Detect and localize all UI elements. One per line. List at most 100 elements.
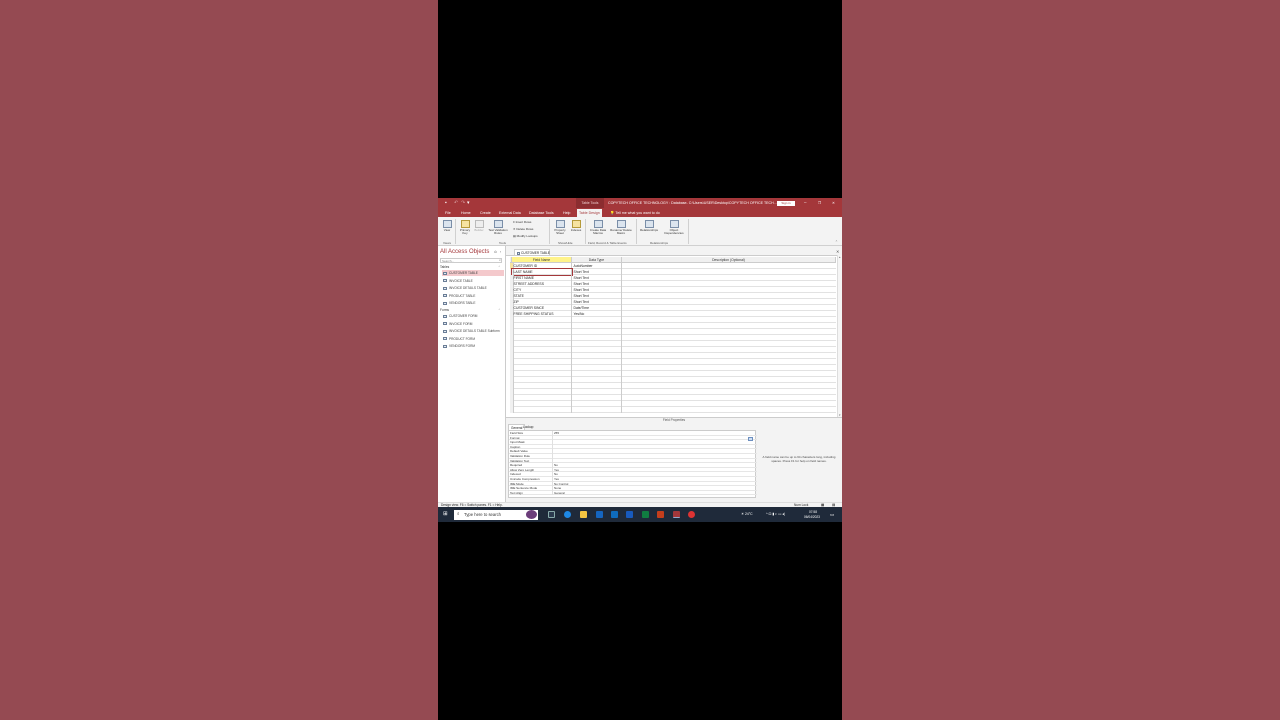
table-row[interactable] [510, 407, 836, 413]
builder-icon [474, 220, 484, 228]
nav-menu-chevron-icon[interactable]: ⊙ [494, 250, 497, 254]
nav-item-label: INVOICE FORM [449, 321, 473, 326]
nav-item-product-table[interactable]: PRODUCT TABLE [442, 293, 504, 299]
tab-file[interactable]: File [445, 211, 451, 215]
nav-item-invoice-form[interactable]: INVOICE FORM [442, 321, 504, 327]
insert-rows-button[interactable]: ≡ Insert Rows [513, 220, 531, 224]
tab-external-data[interactable]: External Data [499, 211, 521, 215]
task-view-icon[interactable] [548, 511, 555, 518]
file-explorer-icon[interactable] [580, 511, 587, 518]
property-value[interactable]: General [552, 490, 565, 496]
mail-icon[interactable] [611, 511, 618, 518]
nav-search-input[interactable]: Search... [440, 258, 502, 263]
clock-date[interactable]: 06/04/2023 [804, 515, 820, 519]
nav-section-forms[interactable]: Forms [440, 308, 449, 312]
property-sheet-button[interactable]: Property Sheet [552, 220, 568, 236]
tray-icons[interactable]: ^ ⊡ ▮ ◐ ▭ ◂) [766, 512, 785, 516]
group-label-relationships: Relationships [650, 241, 669, 245]
undo-icon[interactable]: ↶ [454, 200, 458, 206]
scroll-up-icon[interactable]: ▴ [839, 255, 841, 259]
validation-icon [493, 220, 503, 228]
search-icon[interactable]: ⌕ [499, 258, 501, 262]
data-type-cell[interactable] [572, 407, 622, 413]
shutter-bar-icon[interactable]: ‹ [500, 250, 501, 254]
group-separator [549, 219, 550, 244]
nav-item-invoice-details-subform[interactable]: INVOICE DETAILS TABLE Subform [442, 328, 504, 334]
property-row[interactable]: Text Align General [509, 490, 757, 496]
tab-create[interactable]: Create [480, 211, 491, 215]
grid-vertical-scrollbar[interactable]: ▴ ▾ [837, 255, 842, 417]
tab-home[interactable]: Home [461, 211, 471, 215]
create-data-macros-button[interactable]: Create Data Macros [588, 220, 608, 236]
primary-key-button[interactable]: Primary Key [458, 220, 472, 236]
nav-item-label: CUSTOMER TABLE [449, 271, 478, 275]
notification-icon[interactable]: ▭ [830, 512, 834, 518]
clock-time[interactable]: 07:58 [809, 510, 817, 514]
powerpoint-icon[interactable] [657, 511, 664, 518]
collapse-forms-icon[interactable]: ⌃ [498, 308, 501, 312]
table-icon [443, 294, 447, 297]
collapse-tables-icon[interactable]: ⌃ [498, 265, 501, 269]
nav-item-invoice-table[interactable]: INVOICE TABLE [442, 278, 504, 284]
tab-database-tools[interactable]: Database Tools [529, 211, 554, 215]
windows-start-icon[interactable]: ⊞ [443, 511, 448, 517]
group-separator [636, 219, 637, 244]
nav-item-customer-table[interactable]: CUSTOMER TABLE [442, 270, 504, 276]
redo-icon[interactable]: ↷ [461, 200, 465, 206]
indexes-button[interactable]: Indexes [569, 220, 583, 232]
table-design-grid: Field Name Data Type Description (Option… [506, 255, 842, 417]
format-builder-button[interactable] [748, 437, 753, 441]
view-button[interactable]: View [442, 220, 452, 232]
nav-item-invoice-details-table[interactable]: INVOICE DETAILS TABLE [442, 285, 504, 291]
restore-button[interactable]: ❐ [818, 201, 821, 205]
nav-section-tables[interactable]: Tables [440, 265, 449, 269]
rename-delete-macro-button[interactable]: Rename/ Delete Macro [609, 220, 633, 236]
close-button[interactable]: ✕ [832, 201, 835, 205]
group-label-show-hide: Show/Hide [558, 241, 573, 245]
tell-me-search[interactable]: 💡 Tell me what you want to do [610, 211, 660, 215]
object-dependencies-label: Object Dependencies [664, 228, 684, 236]
key-icon [460, 220, 470, 228]
nav-item-label: INVOICE DETAILS TABLE Subform [449, 329, 500, 333]
table-icon [443, 271, 447, 275]
description-cell[interactable] [622, 407, 836, 413]
object-dependencies-icon [669, 220, 679, 228]
form-icon [443, 314, 447, 318]
field-name-cell[interactable] [512, 407, 572, 413]
test-validation-rules-button[interactable]: Test Validation Rules [486, 220, 510, 236]
relationships-button[interactable]: Relationships [638, 220, 660, 232]
nav-item-product-form[interactable]: PRODUCT FORM [442, 336, 504, 342]
sign-in-button[interactable]: Sign in [777, 200, 795, 206]
collapse-ribbon-icon[interactable]: ⌃ [835, 240, 838, 244]
customize-toolbar-icon[interactable]: ▾ [467, 200, 470, 206]
builder-button[interactable]: Builder [473, 220, 485, 232]
property-help-text: A field name can be up to 64 characters … [762, 455, 836, 463]
nav-item-label: INVOICE DETAILS TABLE [449, 286, 487, 290]
word-icon[interactable] [626, 511, 633, 518]
object-dependencies-button[interactable]: Object Dependencies [661, 220, 687, 236]
group-separator [688, 219, 689, 244]
form-icon [443, 344, 447, 348]
ribbon: View Primary Key Builder Test Validation… [438, 217, 842, 246]
nav-item-customer-form[interactable]: CUSTOMER FORM [442, 313, 504, 319]
modify-lookups-button[interactable]: ▤ Modify Lookups [513, 234, 538, 238]
weather-widget[interactable]: ☀ 24°C [741, 512, 753, 516]
save-icon[interactable]: ▪ [445, 200, 447, 206]
excel-icon[interactable] [642, 511, 649, 518]
edge-icon[interactable] [564, 511, 571, 518]
minimize-button[interactable]: – [804, 200, 807, 205]
nav-item-vendors-table[interactable]: VENDORS TABLE [442, 300, 504, 306]
app-icon[interactable] [688, 511, 695, 518]
close-document-icon[interactable]: ✕ [836, 249, 839, 254]
nav-item-vendors-form[interactable]: VENDORS FORM [442, 343, 504, 349]
nav-item-label: PRODUCT TABLE [449, 293, 476, 298]
delete-rows-button[interactable]: ✕ Delete Rows [513, 227, 533, 231]
store-icon[interactable] [596, 511, 603, 518]
tab-help[interactable]: Help [563, 211, 570, 215]
tab-table-design[interactable]: Table Design [577, 209, 602, 217]
nav-title[interactable]: All Access Objects [440, 249, 489, 255]
access-icon[interactable] [673, 511, 680, 518]
field-properties-title: Field Properties [506, 417, 842, 422]
rename-delete-macro-label: Rename/ Delete Macro [610, 228, 632, 236]
relationships-icon [644, 220, 654, 228]
